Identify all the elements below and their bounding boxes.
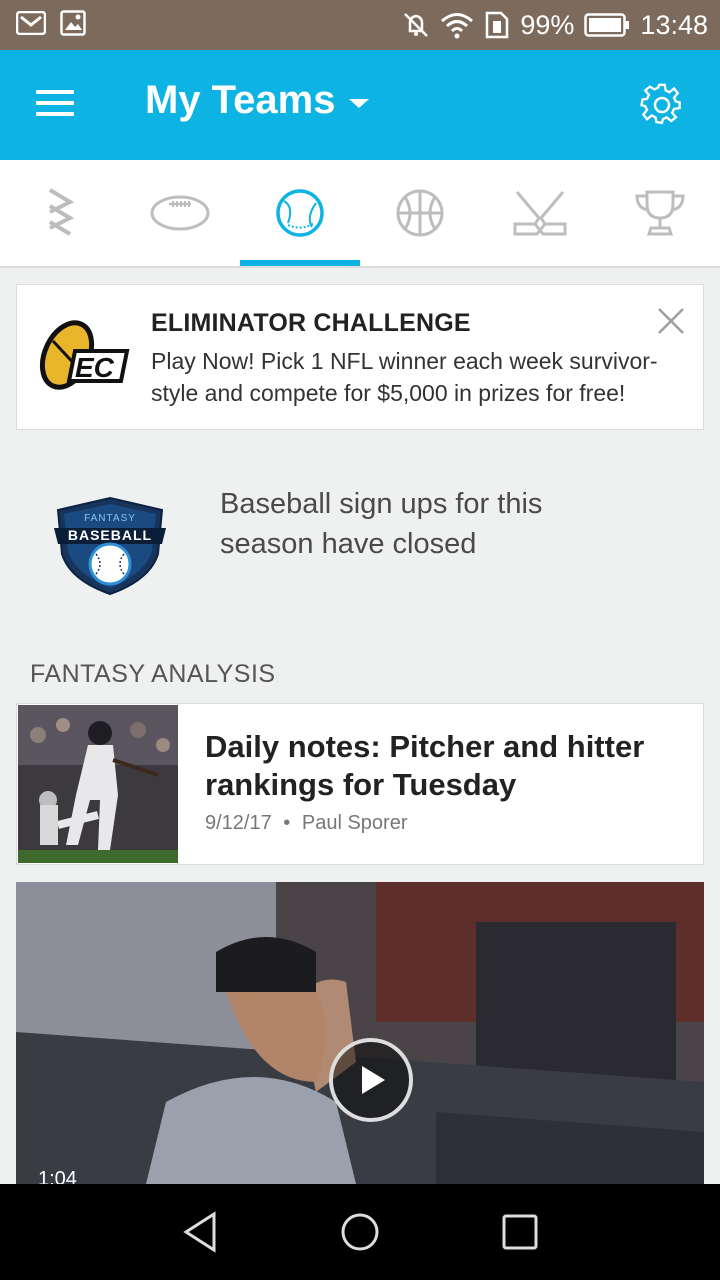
fantasy-baseball-badge: FANTASY BASEBALL [50,494,170,598]
chevron-down-icon [349,99,370,108]
trophy-icon [635,190,685,236]
settings-button[interactable] [640,83,684,127]
video-card[interactable]: 1:04 [16,882,704,1184]
battery-percent: 99% [520,9,575,40]
hamburger-line [36,101,74,105]
play-icon [362,1066,385,1094]
promo-body: Play Now! Pick 1 NFL winner each week su… [151,348,658,406]
home-button[interactable] [338,1210,382,1254]
tab-hockey[interactable] [480,160,600,266]
tab-all-sports[interactable] [0,160,120,266]
tab-basketball[interactable] [360,160,480,266]
home-icon [341,1213,379,1251]
mute-icon [402,11,430,39]
menu-button[interactable] [36,90,74,120]
badge-top-text: FANTASY [84,513,136,524]
gear-icon [640,83,681,125]
recents-button[interactable] [498,1210,542,1254]
recents-icon [502,1214,538,1250]
article-thumbnail [18,705,178,863]
section-title: FANTASY ANALYSIS [30,660,276,688]
eliminator-challenge-logo: EC [35,315,135,395]
back-button[interactable] [178,1210,222,1254]
promo-card[interactable]: EC ELIMINATOR CHALLENGE Play Now! Pick 1… [16,284,704,430]
close-icon [658,308,684,334]
status-bar: 99% 13:48 [0,0,720,50]
article-card[interactable]: Daily notes: Pitcher and hitter rankings… [16,703,704,865]
tab-football[interactable] [120,160,240,266]
back-icon [183,1211,216,1253]
all-sports-icon [48,188,75,236]
system-nav-bar [0,1184,720,1280]
battery-icon [584,13,630,37]
play-button[interactable] [329,1038,413,1122]
selected-tab-indicator [240,260,360,266]
article-meta: 9/12/17 • Paul Sporer [205,812,408,835]
clock: 13:48 [640,9,708,40]
tab-baseball[interactable] [240,160,360,266]
meta-separator: • [283,812,291,834]
basketball-icon [396,189,444,237]
page-title: My Teams [145,78,336,122]
app-bar: My Teams [0,50,720,160]
tab-tournament[interactable] [600,160,720,266]
sim-icon [484,11,510,39]
football-icon [150,195,210,231]
wifi-icon [440,11,474,39]
team-selector[interactable]: My Teams [145,78,370,123]
gmail-icon [15,10,47,40]
video-duration: 1:04 [38,1168,77,1184]
sport-tabs [0,160,720,268]
baseball-icon [276,189,324,237]
hockey-icon [513,191,567,236]
hamburger-icon [36,90,74,94]
gallery-icon [60,9,86,41]
promo-title: ELIMINATOR CHALLENGE [151,309,471,337]
hamburger-line [36,112,74,116]
close-button[interactable] [657,307,685,335]
signup-closed-message: Baseball sign ups for this season have c… [220,488,543,560]
video-thumbnail [16,882,704,1184]
article-date: 9/12/17 [205,812,272,834]
logo-text: EC [75,352,115,383]
article-title: Daily notes: Pitcher and hitter rankings… [205,729,645,802]
badge-main-text: BASEBALL [68,527,152,543]
article-author: Paul Sporer [301,812,408,834]
